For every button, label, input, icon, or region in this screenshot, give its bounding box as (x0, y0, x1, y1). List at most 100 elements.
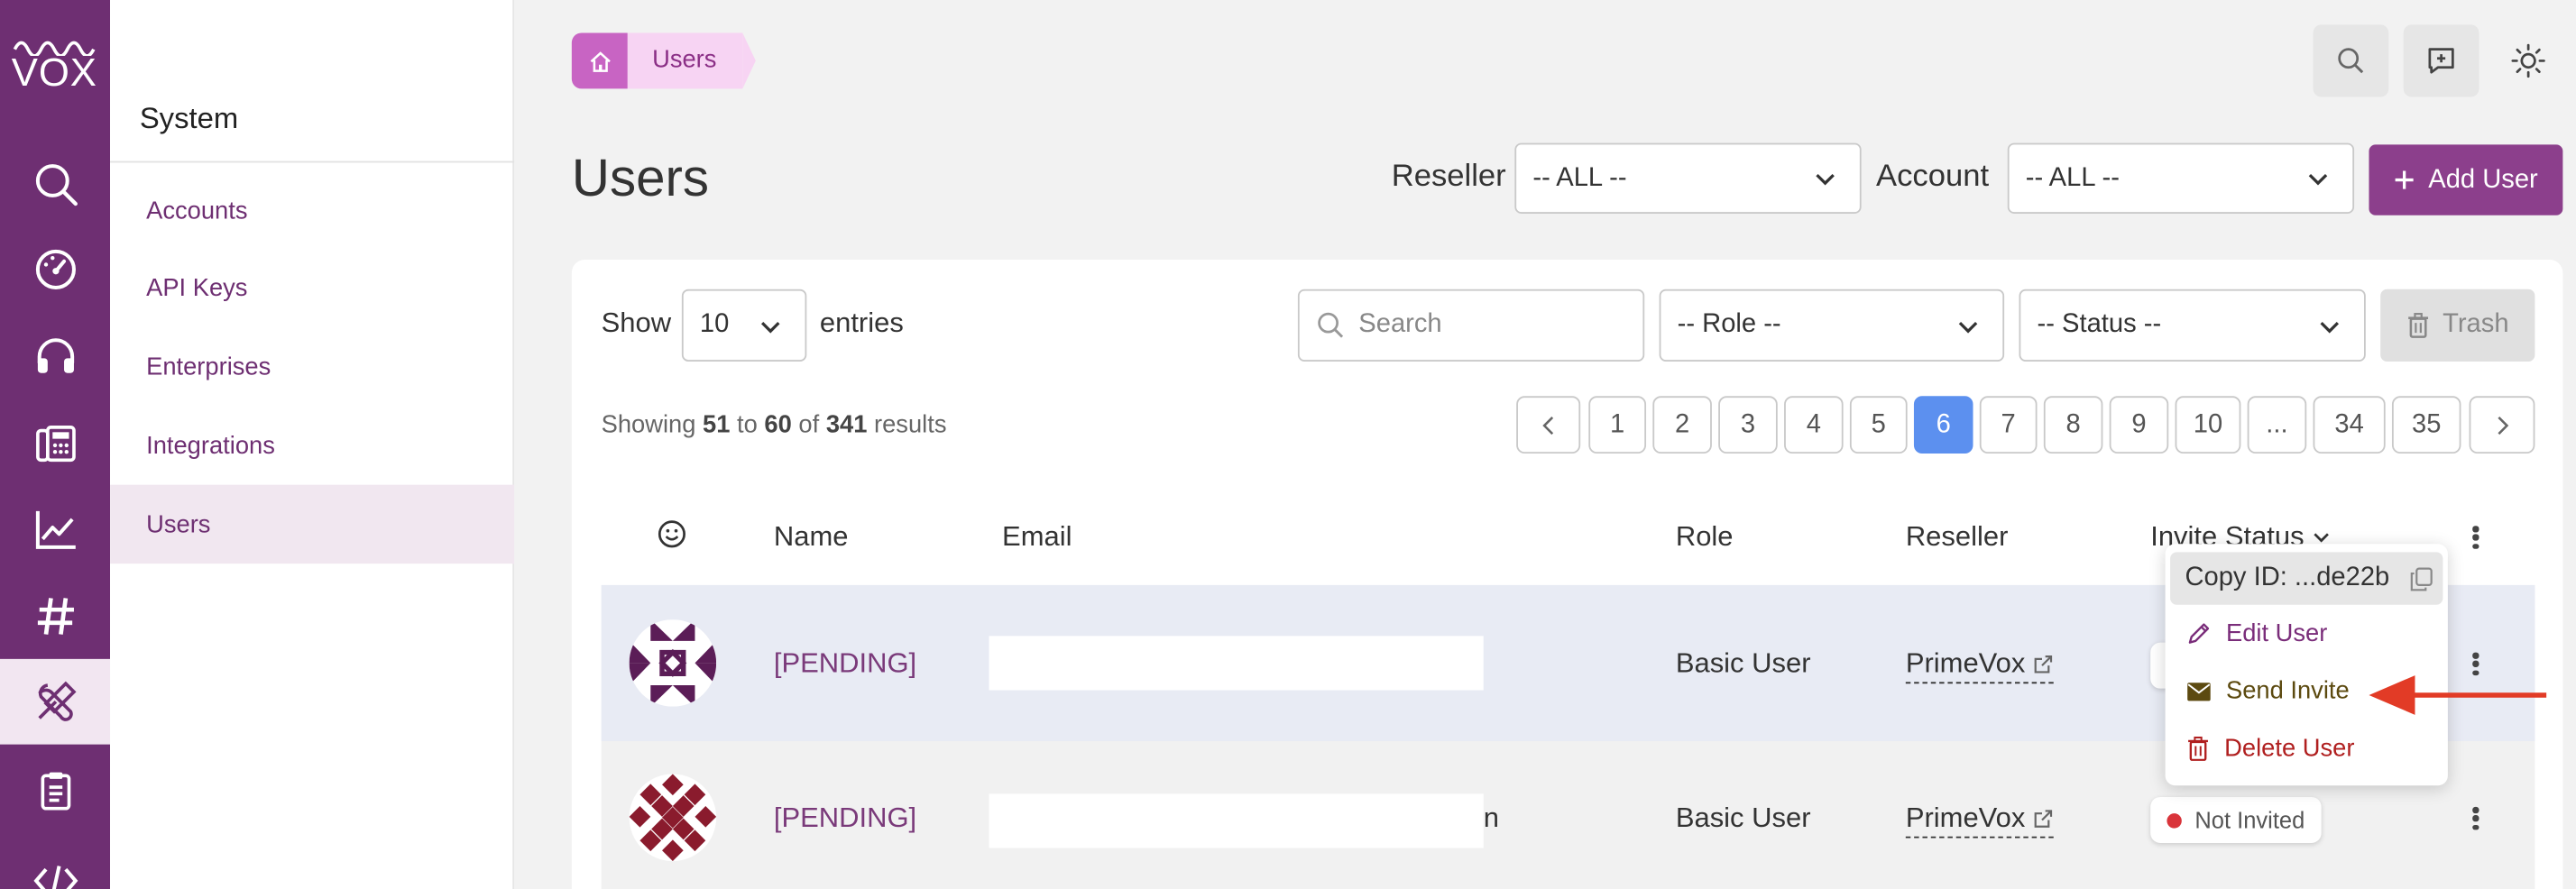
subnav-title: System (139, 102, 239, 135)
status-filter-value: -- Status -- (2037, 310, 2162, 339)
page-button[interactable]: 4 (1784, 396, 1844, 454)
status-filter-select[interactable]: -- Status -- (2019, 289, 2366, 362)
chevron-down-icon (1816, 173, 1835, 186)
page-button-current[interactable]: 6 (1913, 396, 1973, 454)
invite-status-text: Not Invited (2194, 806, 2305, 834)
reseller-link[interactable]: PrimeVox (1905, 802, 2054, 839)
edit-user-item[interactable]: Edit User (2186, 619, 2327, 647)
rail-dashboard[interactable] (0, 227, 110, 313)
copy-id-text: Copy ID: ...de22b (2185, 564, 2390, 592)
results-total: 341 (825, 410, 868, 439)
clipboard-icon (40, 772, 70, 811)
edit-user-label: Edit User (2225, 619, 2328, 648)
user-name-link[interactable]: [PENDING] (774, 647, 916, 680)
send-invite-label: Send Invite (2225, 676, 2350, 705)
global-search-button[interactable] (2313, 24, 2389, 97)
page-button[interactable]: 7 (1979, 396, 2038, 454)
column-header-role[interactable]: Role (1676, 521, 1734, 554)
page-button[interactable]: 1 (1588, 396, 1647, 454)
rail-headset[interactable] (0, 314, 110, 399)
trash-icon (2407, 313, 2428, 338)
delete-user-label: Delete User (2224, 734, 2355, 763)
page-button[interactable]: 34 (2313, 396, 2386, 454)
entries-value: 10 (699, 310, 730, 339)
row-actions-kebab-icon[interactable] (2464, 802, 2487, 834)
page-button[interactable]: 9 (2109, 396, 2169, 454)
subnav-item-integrations[interactable]: Integrations (110, 406, 514, 484)
rail-tools[interactable] (0, 658, 111, 745)
hashtag-icon (36, 598, 74, 635)
breadcrumb-home[interactable] (571, 32, 641, 89)
add-user-label: Add User (2428, 165, 2538, 194)
page-button[interactable]: 35 (2391, 396, 2461, 454)
reseller-link[interactable]: PrimeVox (1905, 647, 2054, 684)
copy-id-item[interactable]: Copy ID: ...de22b (2170, 552, 2443, 605)
avatar (629, 774, 717, 862)
user-role: Basic User (1675, 647, 1811, 679)
results-summary: Showing 51 to 60 of 341 results (602, 411, 947, 439)
copy-icon (2409, 566, 2432, 591)
chevron-down-icon (2308, 173, 2328, 186)
subnav-item-enterprises[interactable]: Enterprises (110, 327, 514, 406)
subnav-item-api-keys[interactable]: API Keys (110, 248, 514, 326)
page-ellipsis: ... (2247, 396, 2307, 454)
column-header-reseller[interactable]: Reseller (1906, 521, 2009, 554)
vox-logo[interactable]: VOX (12, 36, 97, 102)
feedback-button[interactable] (2403, 24, 2479, 97)
subnav-item-users[interactable]: Users (110, 484, 515, 564)
dashboard-gauge-icon (34, 249, 76, 289)
role-filter-select[interactable]: -- Role -- (1659, 289, 2005, 362)
column-header-email[interactable]: Email (1002, 521, 1072, 554)
page-button[interactable]: 10 (2175, 396, 2241, 454)
account-filter-label: Account (1876, 159, 1990, 195)
chevron-right-icon (2498, 416, 2509, 435)
breadcrumb-current[interactable]: Users (627, 32, 757, 89)
chevron-down-icon (760, 321, 780, 334)
role-filter-value: -- Role -- (1677, 310, 1781, 339)
headset-icon (36, 338, 74, 373)
reseller-filter-select[interactable]: -- ALL -- (1514, 142, 1862, 214)
results-of-word: of (798, 410, 820, 439)
email-redacted (989, 636, 1484, 691)
identicon-avatar (629, 774, 717, 862)
theme-toggle-button[interactable] (2490, 24, 2566, 96)
pagination-next[interactable] (2469, 396, 2535, 454)
rail-phone-system[interactable] (0, 401, 110, 487)
rail-search[interactable] (0, 142, 110, 227)
plus-icon (2395, 170, 2414, 189)
avatar (629, 619, 717, 707)
message-plus-icon (2428, 48, 2454, 74)
trash-button[interactable]: Trash (2380, 289, 2535, 362)
rail-analytics[interactable] (0, 486, 110, 572)
identicon-avatar (629, 619, 717, 707)
pagination-prev[interactable] (1516, 396, 1581, 454)
search-input[interactable]: Search (1297, 289, 1645, 362)
page-button[interactable]: 3 (1718, 396, 1778, 454)
results-from: 51 (703, 410, 731, 439)
results-suffix: results (874, 410, 947, 439)
page-button[interactable]: 5 (1849, 396, 1908, 454)
send-invite-item[interactable]: Send Invite (2186, 676, 2350, 705)
page-button[interactable]: 2 (1652, 396, 1712, 454)
rail-hashtag[interactable] (0, 573, 110, 659)
delete-user-item[interactable]: Delete User (2186, 735, 2354, 763)
code-icon (32, 866, 78, 889)
rail-code[interactable] (0, 835, 110, 889)
search-icon (34, 164, 78, 206)
user-name-link[interactable]: [PENDING] (774, 802, 916, 834)
entries-label: entries (819, 307, 904, 339)
entries-select[interactable]: 10 (681, 289, 807, 362)
add-user-button[interactable]: Add User (2369, 144, 2563, 215)
chevron-left-icon (1541, 416, 1553, 435)
phone-system-icon (35, 426, 75, 463)
breadcrumb: Users (571, 32, 757, 89)
column-header-name[interactable]: Name (774, 521, 849, 554)
rail-clipboard[interactable] (0, 747, 110, 833)
page-button[interactable]: 8 (2043, 396, 2103, 454)
subnav-item-accounts[interactable]: Accounts (110, 171, 514, 250)
pencil-icon (2188, 623, 2210, 644)
trash-label: Trash (2443, 310, 2509, 339)
page-title: Users (571, 148, 710, 207)
account-filter-select[interactable]: -- ALL -- (2007, 142, 2355, 214)
column-options-kebab-icon[interactable] (2464, 521, 2487, 554)
